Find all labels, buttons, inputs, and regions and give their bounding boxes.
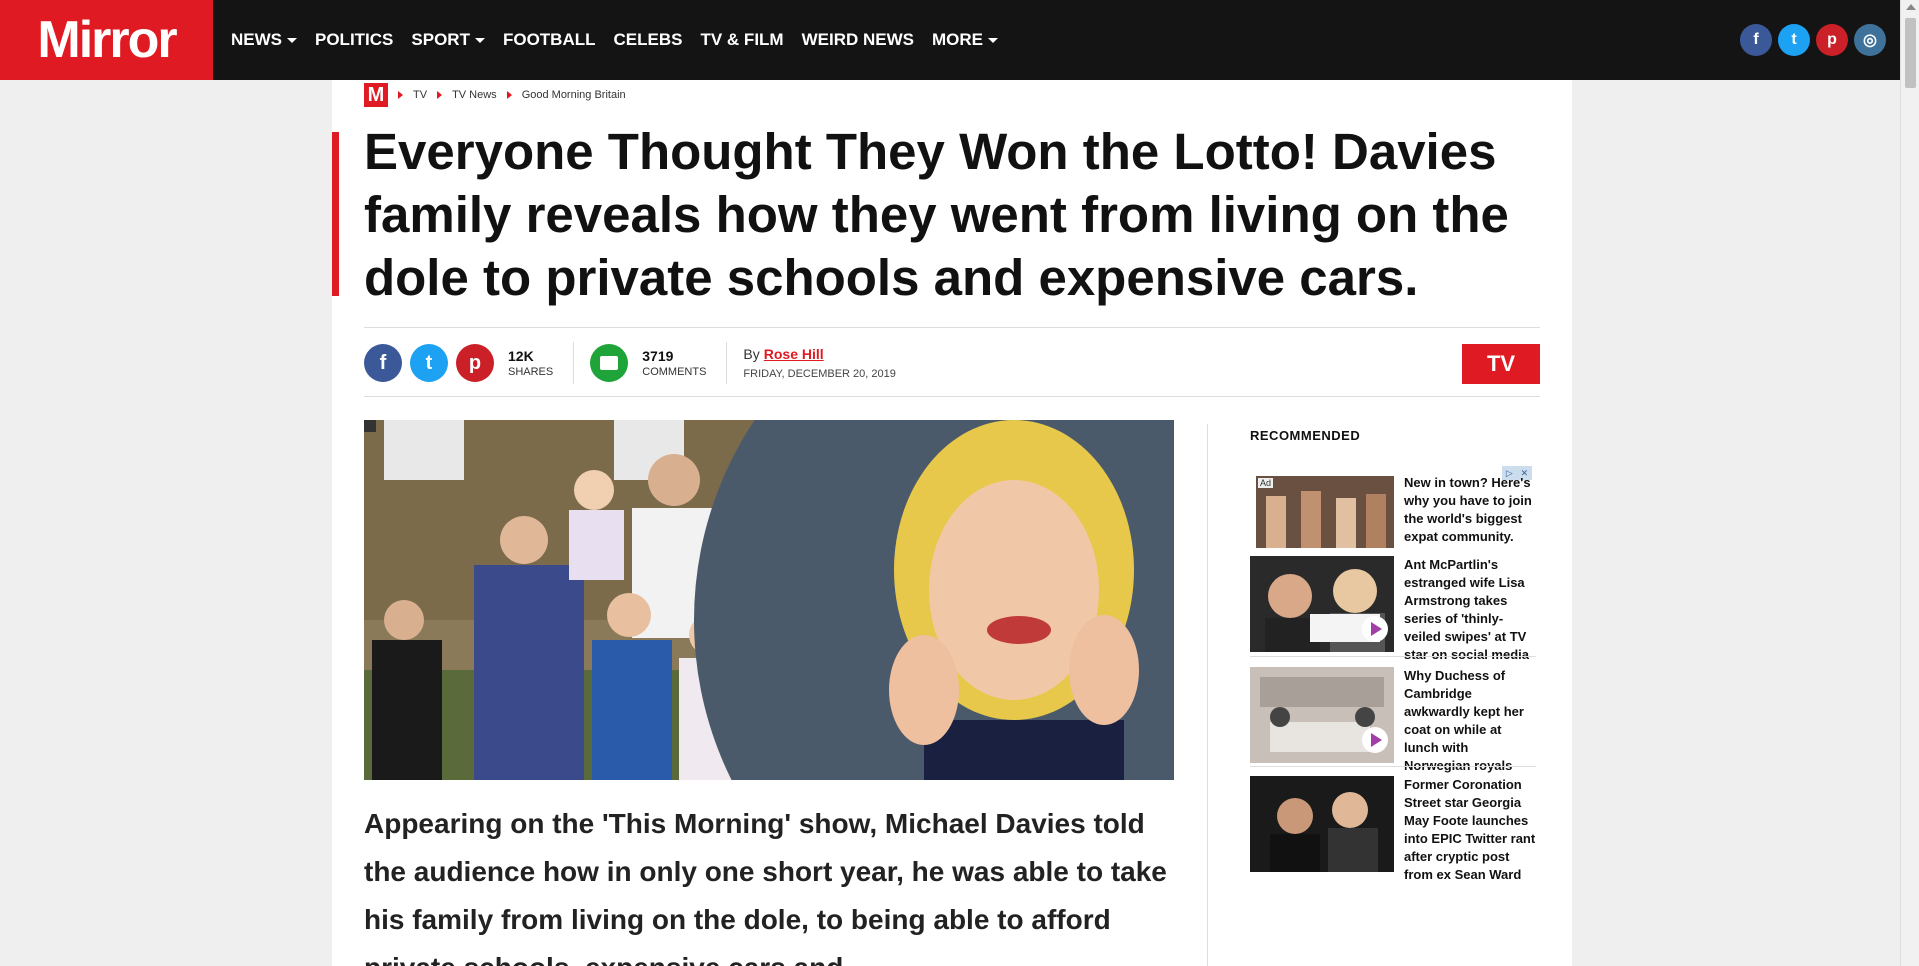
comment-count-value: 3719 [642, 348, 674, 364]
share-facebook-icon[interactable]: f [364, 344, 402, 382]
recommended-item[interactable]: Ant McPartlin's estranged wife Lisa Arms… [1250, 556, 1540, 664]
vertical-scrollbar[interactable] [1900, 0, 1919, 966]
scrollbar-thumb[interactable] [1905, 18, 1916, 88]
recommended-title[interactable]: New in town? Here's why you have to join… [1404, 474, 1536, 548]
nav-label: FOOTBALL [502, 30, 596, 49]
chevron-down-icon [287, 37, 297, 43]
breadcrumb-item-tv[interactable]: TV [413, 89, 427, 101]
nav-label: NEWS [231, 30, 282, 49]
social-follow-links: f t p ◎ [1734, 24, 1886, 56]
nav-item-weird-news[interactable]: WEIRD NEWS [802, 30, 914, 50]
instagram-icon[interactable]: ◎ [1854, 24, 1886, 56]
comment-count: 3719 COMMENTS [642, 348, 706, 378]
scroll-up-arrow-icon[interactable] [1906, 4, 1916, 10]
share-count: 12K SHARES [508, 348, 553, 378]
play-icon[interactable] [1362, 616, 1388, 642]
divider [364, 327, 1540, 328]
share-pinterest-icon[interactable]: p [456, 344, 494, 382]
nav-item-celebs[interactable]: CELEBS [614, 30, 683, 50]
facebook-icon[interactable]: f [1740, 24, 1772, 56]
recommended-title[interactable]: Former Coronation Street star Georgia Ma… [1404, 776, 1536, 884]
top-navigation-bar: Mirror NEWS POLITICS SPORT FOOTBALL CELE… [0, 0, 1900, 80]
share-twitter-icon[interactable]: t [410, 344, 448, 382]
chevron-down-icon [474, 37, 485, 43]
recommended-title[interactable]: Ant McPartlin's estranged wife Lisa Arms… [1404, 556, 1536, 664]
breadcrumb-arrow-icon [437, 91, 443, 99]
recommended-item-ad[interactable]: Ad New in town? Here's why you have to j… [1250, 474, 1540, 548]
recommended-thumbnail[interactable] [1250, 667, 1394, 763]
nav-label: CELEBS [613, 30, 683, 49]
article-meta: f t p 12K SHARES 3719 COMMENTS By Rose Hi… [364, 342, 896, 384]
mirror-logo[interactable]: Mirror [0, 0, 213, 80]
divider [1250, 766, 1536, 767]
nav-item-football[interactable]: FOOTBALL [503, 30, 596, 50]
recommended-thumbnail[interactable]: Ad [1256, 476, 1394, 548]
comments-icon[interactable] [590, 344, 629, 382]
play-icon[interactable] [1362, 727, 1388, 753]
breadcrumb-arrow-icon [398, 91, 403, 99]
article-headline: Everyone Thought They Won the Lotto! Dav… [364, 123, 1509, 306]
nav-label: MORE [931, 30, 983, 49]
share-count-value: 12K [508, 348, 534, 364]
nav-item-tv-film[interactable]: TV & FILM [700, 30, 783, 50]
nav-item-politics[interactable]: POLITICS [315, 30, 393, 50]
nav-label: POLITICS [315, 30, 394, 49]
byline: By Rose Hill [743, 346, 895, 362]
publish-date: FRIDAY, DECEMBER 20, 2019 [743, 368, 896, 380]
nav-label: TV & FILM [700, 30, 784, 49]
nav-item-sport[interactable]: SPORT [411, 30, 485, 50]
column-divider [1207, 424, 1208, 966]
comment-count-label: COMMENTS [642, 366, 707, 378]
mirror-m-logo[interactable]: M [364, 83, 388, 107]
recommended-item[interactable]: Former Coronation Street star Georgia Ma… [1250, 776, 1540, 884]
nav-item-news[interactable]: NEWS [231, 30, 297, 50]
chevron-down-icon [987, 37, 998, 43]
recommended-thumbnail[interactable] [1250, 776, 1394, 872]
main-nav: NEWS POLITICS SPORT FOOTBALL CELEBS TV &… [231, 0, 1016, 80]
breadcrumb-arrow-icon [506, 91, 512, 99]
recommended-thumbnail[interactable] [1250, 556, 1394, 652]
nav-label: WEIRD NEWS [801, 30, 914, 49]
divider [1250, 656, 1536, 657]
recommended-heading: RECOMMENDED [1250, 428, 1361, 443]
hero-image[interactable] [364, 420, 1174, 780]
twitter-icon[interactable]: t [1778, 24, 1810, 56]
headline-accent-bar [332, 132, 339, 296]
breadcrumb: M TV TV News Good Morning Britain [364, 83, 626, 107]
nav-label: SPORT [411, 30, 470, 49]
divider [573, 342, 575, 384]
author-block: By Rose Hill FRIDAY, DECEMBER 20, 2019 [743, 346, 895, 380]
nav-item-more[interactable]: MORE [932, 30, 998, 50]
share-count-label: SHARES [508, 366, 554, 378]
author-link[interactable]: Rose Hill [764, 346, 824, 362]
article-page: M TV TV News Good Morning Britain Everyo… [332, 80, 1572, 966]
recommended-item[interactable]: Why Duchess of Cambridge awkwardly kept … [1250, 667, 1540, 775]
recommended-title[interactable]: Why Duchess of Cambridge awkwardly kept … [1404, 667, 1536, 775]
by-label: By [743, 346, 760, 362]
divider [726, 342, 728, 384]
ad-badge: Ad [1258, 478, 1274, 488]
pinterest-icon[interactable]: p [1816, 24, 1848, 56]
divider [364, 396, 1540, 397]
breadcrumb-item-gmb[interactable]: Good Morning Britain [522, 89, 626, 101]
breadcrumb-item-tv-news[interactable]: TV News [452, 89, 497, 101]
section-tag-tv[interactable]: TV [1462, 344, 1540, 384]
article-lead-paragraph: Appearing on the 'This Morning' show, Mi… [364, 808, 1167, 966]
